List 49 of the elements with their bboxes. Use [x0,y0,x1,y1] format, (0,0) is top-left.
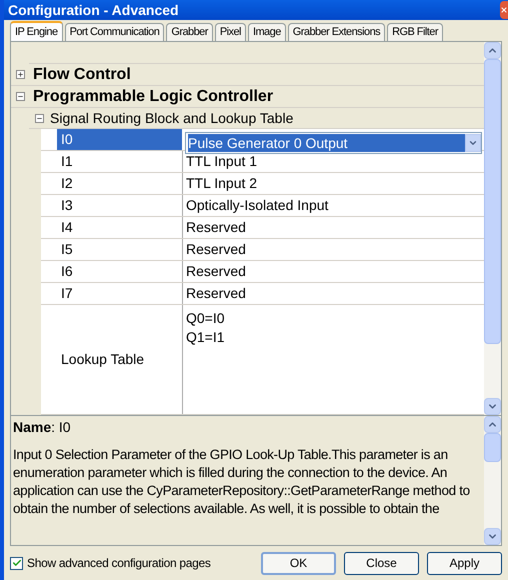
scroll-up-button[interactable] [484,42,501,59]
property-value: TTL Input 2 [185,174,258,193]
description-heading: Name: I0 [13,420,72,434]
tab[interactable]: Port Communication [64,23,164,41]
property-value: Reserved [185,218,246,237]
property-name[interactable]: I3 [61,195,73,216]
collapse-icon[interactable] [16,92,24,101]
tab[interactable]: Grabber Extensions [288,23,386,41]
property-value: Reserved [185,240,246,259]
tab[interactable]: IP Engine [10,21,63,41]
subcategory-label: Signal Routing Block and Lookup Table [50,111,294,125]
collapse-icon[interactable] [35,114,44,122]
close-icon [500,6,508,14]
dialog-button[interactable]: Close [344,552,419,574]
property-name[interactable]: I2 [61,173,73,194]
property-name[interactable]: I4 [61,217,73,238]
value-dropdown[interactable]: Pulse Generator 0 Output [185,132,482,154]
checkbox[interactable] [10,556,23,570]
property-name[interactable]: I0 [57,129,182,150]
tab[interactable]: Grabber [166,23,213,41]
property-name[interactable]: I5 [61,239,73,260]
tab[interactable]: RGB Filter [387,23,443,41]
checkbox-label[interactable]: Show advanced configuration pages [27,554,211,572]
scroll-up-button[interactable] [484,416,501,433]
scroll-down-button[interactable] [484,528,501,545]
description-scrollbar[interactable] [484,416,501,545]
property-value: TTL Input 1 [185,152,258,171]
close-button[interactable] [500,1,508,19]
dialog-button[interactable]: Apply [427,552,502,574]
category-label: Programmable Logic Controller [32,88,274,104]
property-value: Optically-Isolated Input [185,196,328,215]
scroll-thumb[interactable] [484,433,501,462]
property-name[interactable]: I7 [61,283,73,304]
dialog-button[interactable]: OK [261,552,336,574]
description-text: Input 0 Selection Parameter of the GPIO Look-Up Table.This parameter is an enumeration parameter which is filled during the connection to the device. An application can use the CyParameterRepository::GetParameterRange method to obtain the number of selections available. As well, it is possible to obtain the [13,446,471,518]
property-value: Reserved [185,284,246,303]
tab[interactable]: Image [248,23,286,41]
grid-scrollbar[interactable] [484,42,501,415]
property-name[interactable]: Lookup Table [61,349,144,370]
scroll-down-button[interactable] [484,398,501,415]
window-title: Configuration - Advanced [8,3,179,17]
property-value: Q0=I0 Q1=I1 [185,309,225,347]
tab[interactable]: Pixel [214,23,246,41]
property-name[interactable]: I1 [61,151,73,172]
property-name[interactable]: I6 [61,261,73,282]
property-value: Reserved [185,262,246,281]
expand-icon[interactable] [16,70,24,79]
category-label: Flow Control [32,66,131,82]
scroll-thumb[interactable] [484,59,501,344]
